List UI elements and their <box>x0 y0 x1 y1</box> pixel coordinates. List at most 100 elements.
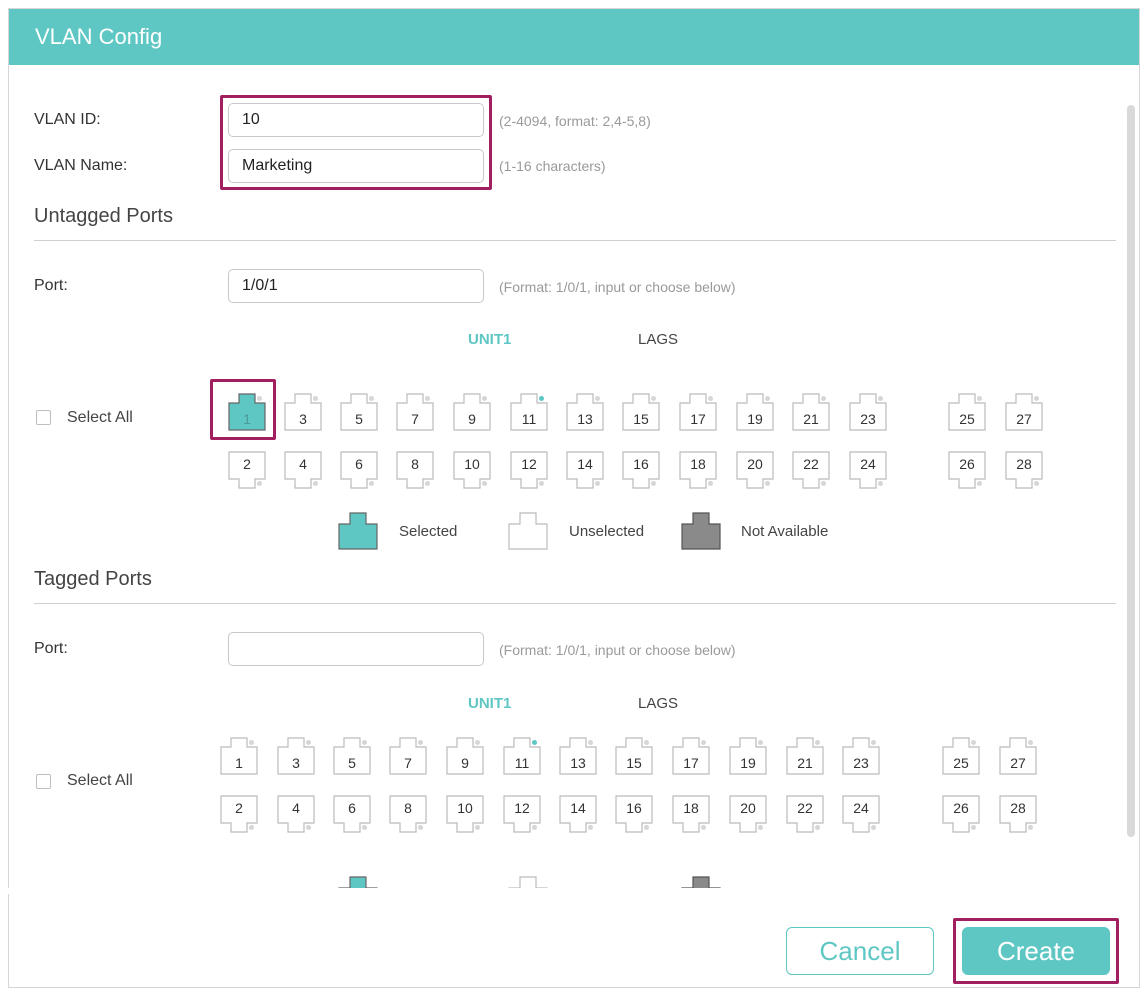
port-status-icon <box>871 825 876 830</box>
port-number: 2 <box>243 456 251 472</box>
port-number: 6 <box>355 456 363 472</box>
port-number: 13 <box>577 411 593 427</box>
untagged-port-18[interactable]: 18 <box>679 451 717 489</box>
tagged-port-9[interactable]: 9 <box>446 737 484 775</box>
tagged-port-28[interactable]: 28 <box>999 795 1037 833</box>
tagged-port-11[interactable]: 11 <box>503 737 541 775</box>
tagged-port-1[interactable]: 1 <box>220 737 258 775</box>
tagged-port-17[interactable]: 17 <box>672 737 710 775</box>
tagged-port-3[interactable]: 3 <box>277 737 315 775</box>
untagged-port-4[interactable]: 4 <box>284 451 322 489</box>
port-number: 20 <box>747 456 763 472</box>
tagged-port-22[interactable]: 22 <box>786 795 824 833</box>
port-status-icon <box>425 481 430 486</box>
untagged-port-23[interactable]: 23 <box>849 393 887 431</box>
port-status-icon <box>369 396 374 401</box>
tagged-port-4[interactable]: 4 <box>277 795 315 833</box>
untagged-port-5[interactable]: 5 <box>340 393 378 431</box>
untagged-port-26[interactable]: 26 <box>948 451 986 489</box>
untagged-port-20[interactable]: 20 <box>736 451 774 489</box>
tagged-port-16[interactable]: 16 <box>615 795 653 833</box>
port-number: 15 <box>626 755 642 771</box>
port-status-icon <box>257 481 262 486</box>
port-status-icon <box>425 396 430 401</box>
untagged-port-2[interactable]: 2 <box>228 451 266 489</box>
tagged-select-all-checkbox[interactable] <box>36 774 51 789</box>
untagged-port-14[interactable]: 14 <box>566 451 604 489</box>
tagged-port-10[interactable]: 10 <box>446 795 484 833</box>
tagged-port-input[interactable] <box>228 632 484 666</box>
untagged-port-19[interactable]: 19 <box>736 393 774 431</box>
untagged-port-11[interactable]: 11 <box>510 393 548 431</box>
untagged-port-input[interactable]: 1/0/1 <box>228 269 484 303</box>
port-status-icon <box>708 481 713 486</box>
untagged-port-22[interactable]: 22 <box>792 451 830 489</box>
untagged-port-10[interactable]: 10 <box>453 451 491 489</box>
cancel-button[interactable]: Cancel <box>786 927 934 975</box>
untagged-port-6[interactable]: 6 <box>340 451 378 489</box>
port-status-icon <box>878 481 883 486</box>
port-number: 21 <box>803 411 819 427</box>
port-status-icon <box>977 481 982 486</box>
port-number: 26 <box>959 456 975 472</box>
scrollbar[interactable] <box>1127 105 1135 837</box>
untagged-port-12[interactable]: 12 <box>510 451 548 489</box>
tagged-lags-tab[interactable]: LAGS <box>638 695 678 712</box>
untagged-port-21[interactable]: 21 <box>792 393 830 431</box>
tagged-port-8[interactable]: 8 <box>389 795 427 833</box>
port-number: 18 <box>683 800 699 816</box>
port-status-icon <box>1028 825 1033 830</box>
tagged-port-12[interactable]: 12 <box>503 795 541 833</box>
untagged-port-17[interactable]: 17 <box>679 393 717 431</box>
tagged-port-13[interactable]: 13 <box>559 737 597 775</box>
untagged-port-13[interactable]: 13 <box>566 393 604 431</box>
port-status-icon <box>482 481 487 486</box>
port-number: 27 <box>1016 411 1032 427</box>
tagged-port-23[interactable]: 23 <box>842 737 880 775</box>
tagged-port-2[interactable]: 2 <box>220 795 258 833</box>
tagged-port-7[interactable]: 7 <box>389 737 427 775</box>
untagged-port-8[interactable]: 8 <box>396 451 434 489</box>
tagged-port-26[interactable]: 26 <box>942 795 980 833</box>
port-number: 14 <box>570 800 586 816</box>
untagged-port-28[interactable]: 28 <box>1005 451 1043 489</box>
tagged-port-21[interactable]: 21 <box>786 737 824 775</box>
tagged-port-18[interactable]: 18 <box>672 795 710 833</box>
port-number: 24 <box>853 800 869 816</box>
port-status-icon <box>815 825 820 830</box>
port-number: 11 <box>521 411 537 427</box>
untagged-port-7[interactable]: 7 <box>396 393 434 431</box>
port-status-icon <box>306 740 311 745</box>
untagged-port-16[interactable]: 16 <box>622 451 660 489</box>
tagged-unit1-tab[interactable]: UNIT1 <box>468 695 511 712</box>
untagged-unit1-tab[interactable]: UNIT1 <box>468 331 511 348</box>
tagged-port-5[interactable]: 5 <box>333 737 371 775</box>
port-status-icon <box>701 740 706 745</box>
port-status-icon <box>708 396 713 401</box>
tagged-port-6[interactable]: 6 <box>333 795 371 833</box>
untagged-port-24[interactable]: 24 <box>849 451 887 489</box>
legend-unselected-label: Unselected <box>569 523 645 540</box>
port-number: 4 <box>299 456 307 472</box>
port-number: 22 <box>797 800 813 816</box>
untagged-port-27[interactable]: 27 <box>1005 393 1043 431</box>
tagged-port-19[interactable]: 19 <box>729 737 767 775</box>
port-status-icon <box>1034 396 1039 401</box>
tagged-port-27[interactable]: 27 <box>999 737 1037 775</box>
tagged-port-14[interactable]: 14 <box>559 795 597 833</box>
untagged-port-9[interactable]: 9 <box>453 393 491 431</box>
port-number: 24 <box>860 456 876 472</box>
tagged-port-20[interactable]: 20 <box>729 795 767 833</box>
untagged-select-all-checkbox[interactable] <box>36 410 51 425</box>
tagged-port-25[interactable]: 25 <box>942 737 980 775</box>
tagged-port-24[interactable]: 24 <box>842 795 880 833</box>
untagged-port-3[interactable]: 3 <box>284 393 322 431</box>
port-status-icon <box>821 481 826 486</box>
untagged-port-15[interactable]: 15 <box>622 393 660 431</box>
tagged-port-15[interactable]: 15 <box>615 737 653 775</box>
port-status-icon <box>313 481 318 486</box>
untagged-ports-title: Untagged Ports <box>34 205 173 227</box>
port-number: 28 <box>1010 800 1026 816</box>
untagged-lags-tab[interactable]: LAGS <box>638 331 678 348</box>
untagged-port-25[interactable]: 25 <box>948 393 986 431</box>
